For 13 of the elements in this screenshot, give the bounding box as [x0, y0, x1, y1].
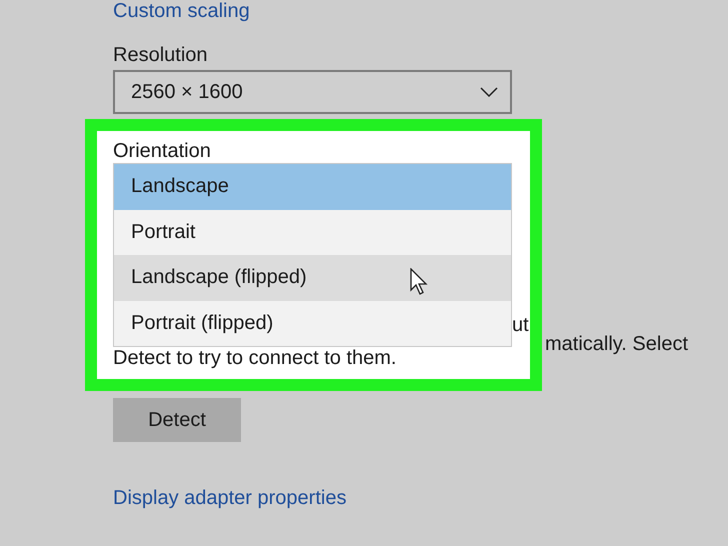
detect-button[interactable]: Detect [113, 398, 241, 442]
orientation-option[interactable]: Landscape [114, 164, 511, 210]
chevron-down-icon [480, 87, 498, 97]
custom-scaling-link[interactable]: Custom scaling [113, 0, 250, 22]
resolution-label: Resolution [113, 43, 208, 67]
mouse-pointer-icon [410, 268, 428, 295]
partial-text: matically. Select [545, 332, 688, 356]
orientation-option[interactable]: Landscape (flipped) [114, 255, 511, 300]
detect-hint-text: Detect to try to connect to them. [113, 347, 396, 369]
orientation-label: Orientation [113, 139, 211, 163]
resolution-dropdown[interactable]: 2560 × 1600 [113, 70, 512, 114]
display-adapter-properties-link[interactable]: Display adapter properties [113, 487, 346, 510]
partial-text: ut [512, 313, 529, 337]
